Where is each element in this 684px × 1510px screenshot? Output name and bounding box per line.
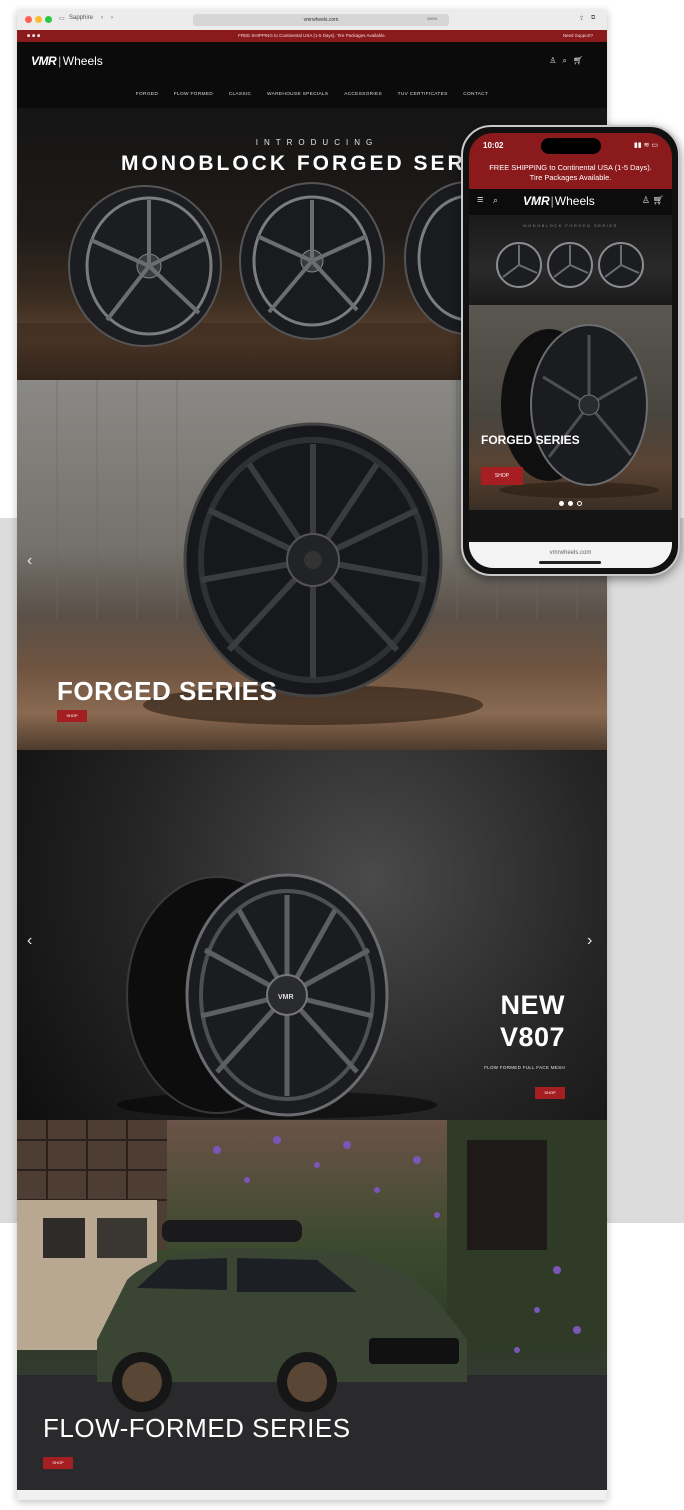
tabs-icon[interactable]: ⧉ <box>591 15 595 22</box>
nav-item-flow-formed[interactable]: FLOW FORMED <box>174 92 213 97</box>
search-icon[interactable]: ⌕ <box>493 195 498 206</box>
mobile-status-bar: 10:02 ▮▮ ≋ ▭ <box>469 133 672 159</box>
v807-subtitle: FLOW FORMED FULL FACE MESH <box>484 1065 565 1070</box>
mobile-hero[interactable]: MONOBLOCK FORGED SERIES <box>469 215 672 305</box>
v807-title-line2: V807 <box>499 1022 565 1052</box>
mobile-announcement-bar: FREE SHIPPING to Continental USA (1-5 Da… <box>469 159 672 189</box>
slide-new-v807[interactable]: VMR ‹ › NEW V807 FLOW FORMED FULL FACE M… <box>17 750 607 1120</box>
home-indicator[interactable] <box>539 561 601 564</box>
forged-shop-button[interactable]: SHOP <box>57 710 87 722</box>
announcement-text: FREE SHIPPING to Continental USA (1-5 Da… <box>238 33 386 38</box>
nav-item-forged[interactable]: FORGED <box>136 92 158 97</box>
nav-item-accessories[interactable]: ACCESSORIES <box>344 92 382 97</box>
carousel-dot-2[interactable] <box>568 501 573 506</box>
header-actions: ♙⌕🛒︎ <box>549 56 589 66</box>
wheel-left <box>68 185 222 347</box>
user-icon[interactable]: ♙ <box>549 56 562 65</box>
mobile-logo-divider: | <box>550 194 554 208</box>
cart-icon[interactable]: 🛒︎ <box>653 195 664 206</box>
svg-text:VMR: VMR <box>278 994 294 1001</box>
social-icons[interactable]: ■■■ <box>27 33 42 39</box>
maximize-window-icon[interactable] <box>45 16 52 23</box>
nav-item-tuv-certificates[interactable]: TUV CERTIFICATES <box>398 92 448 97</box>
mobile-logo-mark: VMR <box>523 194 550 208</box>
logo-word: Wheels <box>62 54 103 68</box>
browser-toolbar: ▭ Sapphire ‹ › vmrwheels.com 100% ⇪ ⧉ <box>17 10 607 31</box>
support-link[interactable]: Need Support? <box>563 30 593 42</box>
mobile-logo-word: Wheels <box>554 194 595 208</box>
nav-item-warehouse-specials[interactable]: WAREHOUSE SPECIALS <box>267 92 328 97</box>
dynamic-island <box>541 138 601 154</box>
nav-item-classic[interactable]: CLASSIC <box>229 92 252 97</box>
site-header: VMR | Wheels ♙⌕🛒︎ FORGED FLOW FORMED CLASS… <box>17 42 607 108</box>
slide-flow-formed-series[interactable]: FLOW-FORMED SERIES SHOP <box>17 1120 607 1490</box>
mobile-shop-button[interactable]: SHOP <box>481 467 523 485</box>
wheel-center <box>239 182 385 340</box>
announcement-bar: ■■■ FREE SHIPPING to Continental USA (1-… <box>17 30 607 42</box>
mobile-announcement-line1: FREE SHIPPING to Continental USA (1-5 Da… <box>489 163 652 172</box>
nav-item-contact[interactable]: CONTACT <box>463 92 488 97</box>
mobile-url-text: vmrwheels.com <box>549 550 592 556</box>
forged-series-title: FORGED SERIES <box>57 676 278 706</box>
v807-shop-button[interactable]: SHOP <box>535 1087 565 1099</box>
carousel-dot-1[interactable] <box>559 501 564 506</box>
cart-icon[interactable]: 🛒︎ <box>573 56 589 65</box>
logo-mark: VMR <box>31 54 57 68</box>
mobile-url-bar[interactable]: vmrwheels.com <box>469 542 672 568</box>
menu-icon[interactable]: ≡ <box>477 194 483 206</box>
browser-tab-label[interactable]: Sapphire <box>69 15 93 21</box>
mobile-slide-forged[interactable]: FORGED SERIES SHOP <box>469 305 672 510</box>
flow-formed-title: FLOW-FORMED SERIES <box>43 1413 351 1443</box>
site-logo[interactable]: VMR | Wheels <box>31 54 103 68</box>
close-window-icon[interactable] <box>25 16 32 23</box>
forward-icon[interactable]: › <box>111 15 113 21</box>
main-nav: FORGED FLOW FORMED CLASSIC WAREHOUSE SPE… <box>17 92 607 97</box>
url-text: vmrwheels.com <box>303 17 339 23</box>
minimize-window-icon[interactable] <box>35 16 42 23</box>
mobile-header: ≡ ⌕ VMR|Wheels ♙ 🛒︎ <box>469 189 672 215</box>
prev-slide-arrow[interactable]: ‹ <box>27 552 32 570</box>
v807-title-line1: NEW <box>500 990 565 1020</box>
mobile-forged-title: FORGED SERIES <box>481 433 580 447</box>
mobile-logo[interactable]: VMR|Wheels <box>523 194 595 208</box>
carousel-dots[interactable] <box>557 493 584 510</box>
share-icon[interactable]: ⇪ <box>579 15 584 22</box>
flow-formed-shop-button[interactable]: SHOP <box>43 1457 73 1469</box>
carousel-dot-3[interactable] <box>577 501 582 506</box>
logo-divider: | <box>58 54 61 68</box>
zoom-level: 100% <box>427 16 438 21</box>
address-bar[interactable]: vmrwheels.com <box>193 14 449 26</box>
mobile-screen: 10:02 ▮▮ ≋ ▭ FREE SHIPPING to Continenta… <box>469 133 672 568</box>
next-section-strip <box>17 1490 607 1500</box>
mobile-announcement-line2: Tire Packages Available. <box>529 173 612 182</box>
mobile-next-section <box>469 510 672 542</box>
user-icon[interactable]: ♙ <box>642 195 650 206</box>
search-icon[interactable]: ⌕ <box>562 56 572 65</box>
next-slide-arrow[interactable]: › <box>587 932 592 950</box>
mobile-phone-frame: 10:02 ▮▮ ≋ ▭ FREE SHIPPING to Continenta… <box>461 125 680 576</box>
sidebar-toggle-icon[interactable]: ▭ <box>59 15 65 22</box>
back-icon[interactable]: ‹ <box>101 15 103 21</box>
prev-slide-arrow-2[interactable]: ‹ <box>27 932 32 950</box>
mobile-hero-wheels <box>496 242 644 288</box>
signal-wifi-battery-icons: ▮▮ ≋ ▭ <box>633 142 658 149</box>
mobile-clock: 10:02 <box>483 141 504 150</box>
